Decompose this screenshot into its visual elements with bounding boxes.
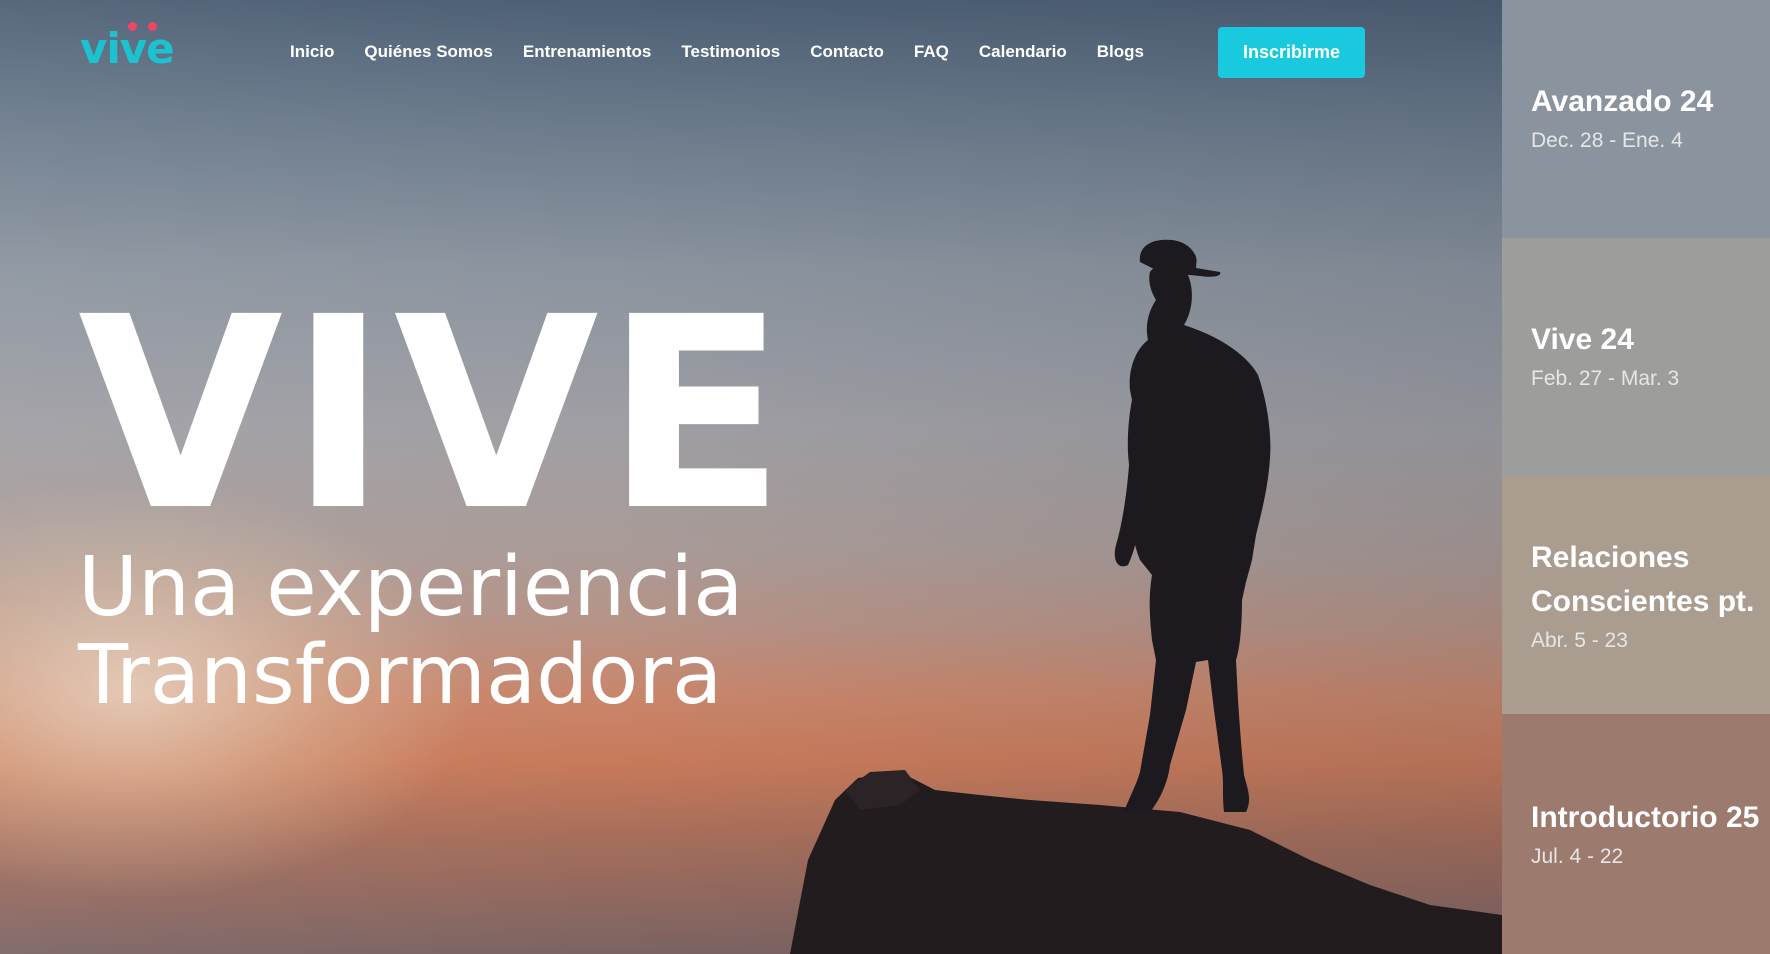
main-nav: Inicio Quiénes Somos Entrenamientos Test… xyxy=(290,27,1174,77)
hero-subtitle: Una experiencia Transformadora xyxy=(78,544,743,720)
hero-subtitle-line-1: Una experiencia xyxy=(78,540,744,635)
event-title-line-2: Conscientes pt. xyxy=(1531,585,1755,618)
events-panel: Avanzado 24 Dec. 28 - Ene. 4 Vive 24 Feb… xyxy=(1502,0,1770,954)
event-date: Jul. 4 - 22 xyxy=(1531,845,1624,868)
hero-title: VIVE xyxy=(78,261,792,569)
nav-link-quienes-somos[interactable]: Quiénes Somos xyxy=(364,42,492,62)
event-title-line-1: Relaciones xyxy=(1531,541,1690,574)
event-card-avanzado[interactable]: Avanzado 24 Dec. 28 - Ene. 4 xyxy=(1502,0,1770,238)
event-date: Feb. 27 - Mar. 3 xyxy=(1531,367,1680,390)
nav-link-entrenamientos[interactable]: Entrenamientos xyxy=(523,42,651,62)
logo-text: vive xyxy=(80,24,175,73)
inscribirme-button[interactable]: Inscribirme xyxy=(1218,27,1365,78)
hero-subtitle-line-2: Transformadora xyxy=(78,628,723,723)
vive-logo[interactable]: vive xyxy=(80,22,190,72)
event-card-relaciones[interactable]: Relaciones Conscientes pt. Abr. 5 - 23 xyxy=(1502,476,1770,714)
nav-link-testimonios[interactable]: Testimonios xyxy=(681,42,780,62)
event-title: Avanzado 24 xyxy=(1531,85,1714,118)
event-date: Dec. 28 - Ene. 4 xyxy=(1531,129,1683,152)
event-card-vive[interactable]: Vive 24 Feb. 27 - Mar. 3 xyxy=(1502,238,1770,476)
event-title: Vive 24 xyxy=(1531,323,1634,356)
event-card-introductorio[interactable]: Introductorio 25 Jul. 4 - 22 xyxy=(1502,714,1770,954)
nav-link-inicio[interactable]: Inicio xyxy=(290,42,334,62)
event-title: Introductorio 25 xyxy=(1531,801,1760,834)
event-date: Abr. 5 - 23 xyxy=(1531,629,1628,652)
nav-link-contacto[interactable]: Contacto xyxy=(810,42,884,62)
nav-link-faq[interactable]: FAQ xyxy=(914,42,949,62)
nav-link-calendario[interactable]: Calendario xyxy=(979,42,1067,62)
nav-link-blogs[interactable]: Blogs xyxy=(1097,42,1144,62)
